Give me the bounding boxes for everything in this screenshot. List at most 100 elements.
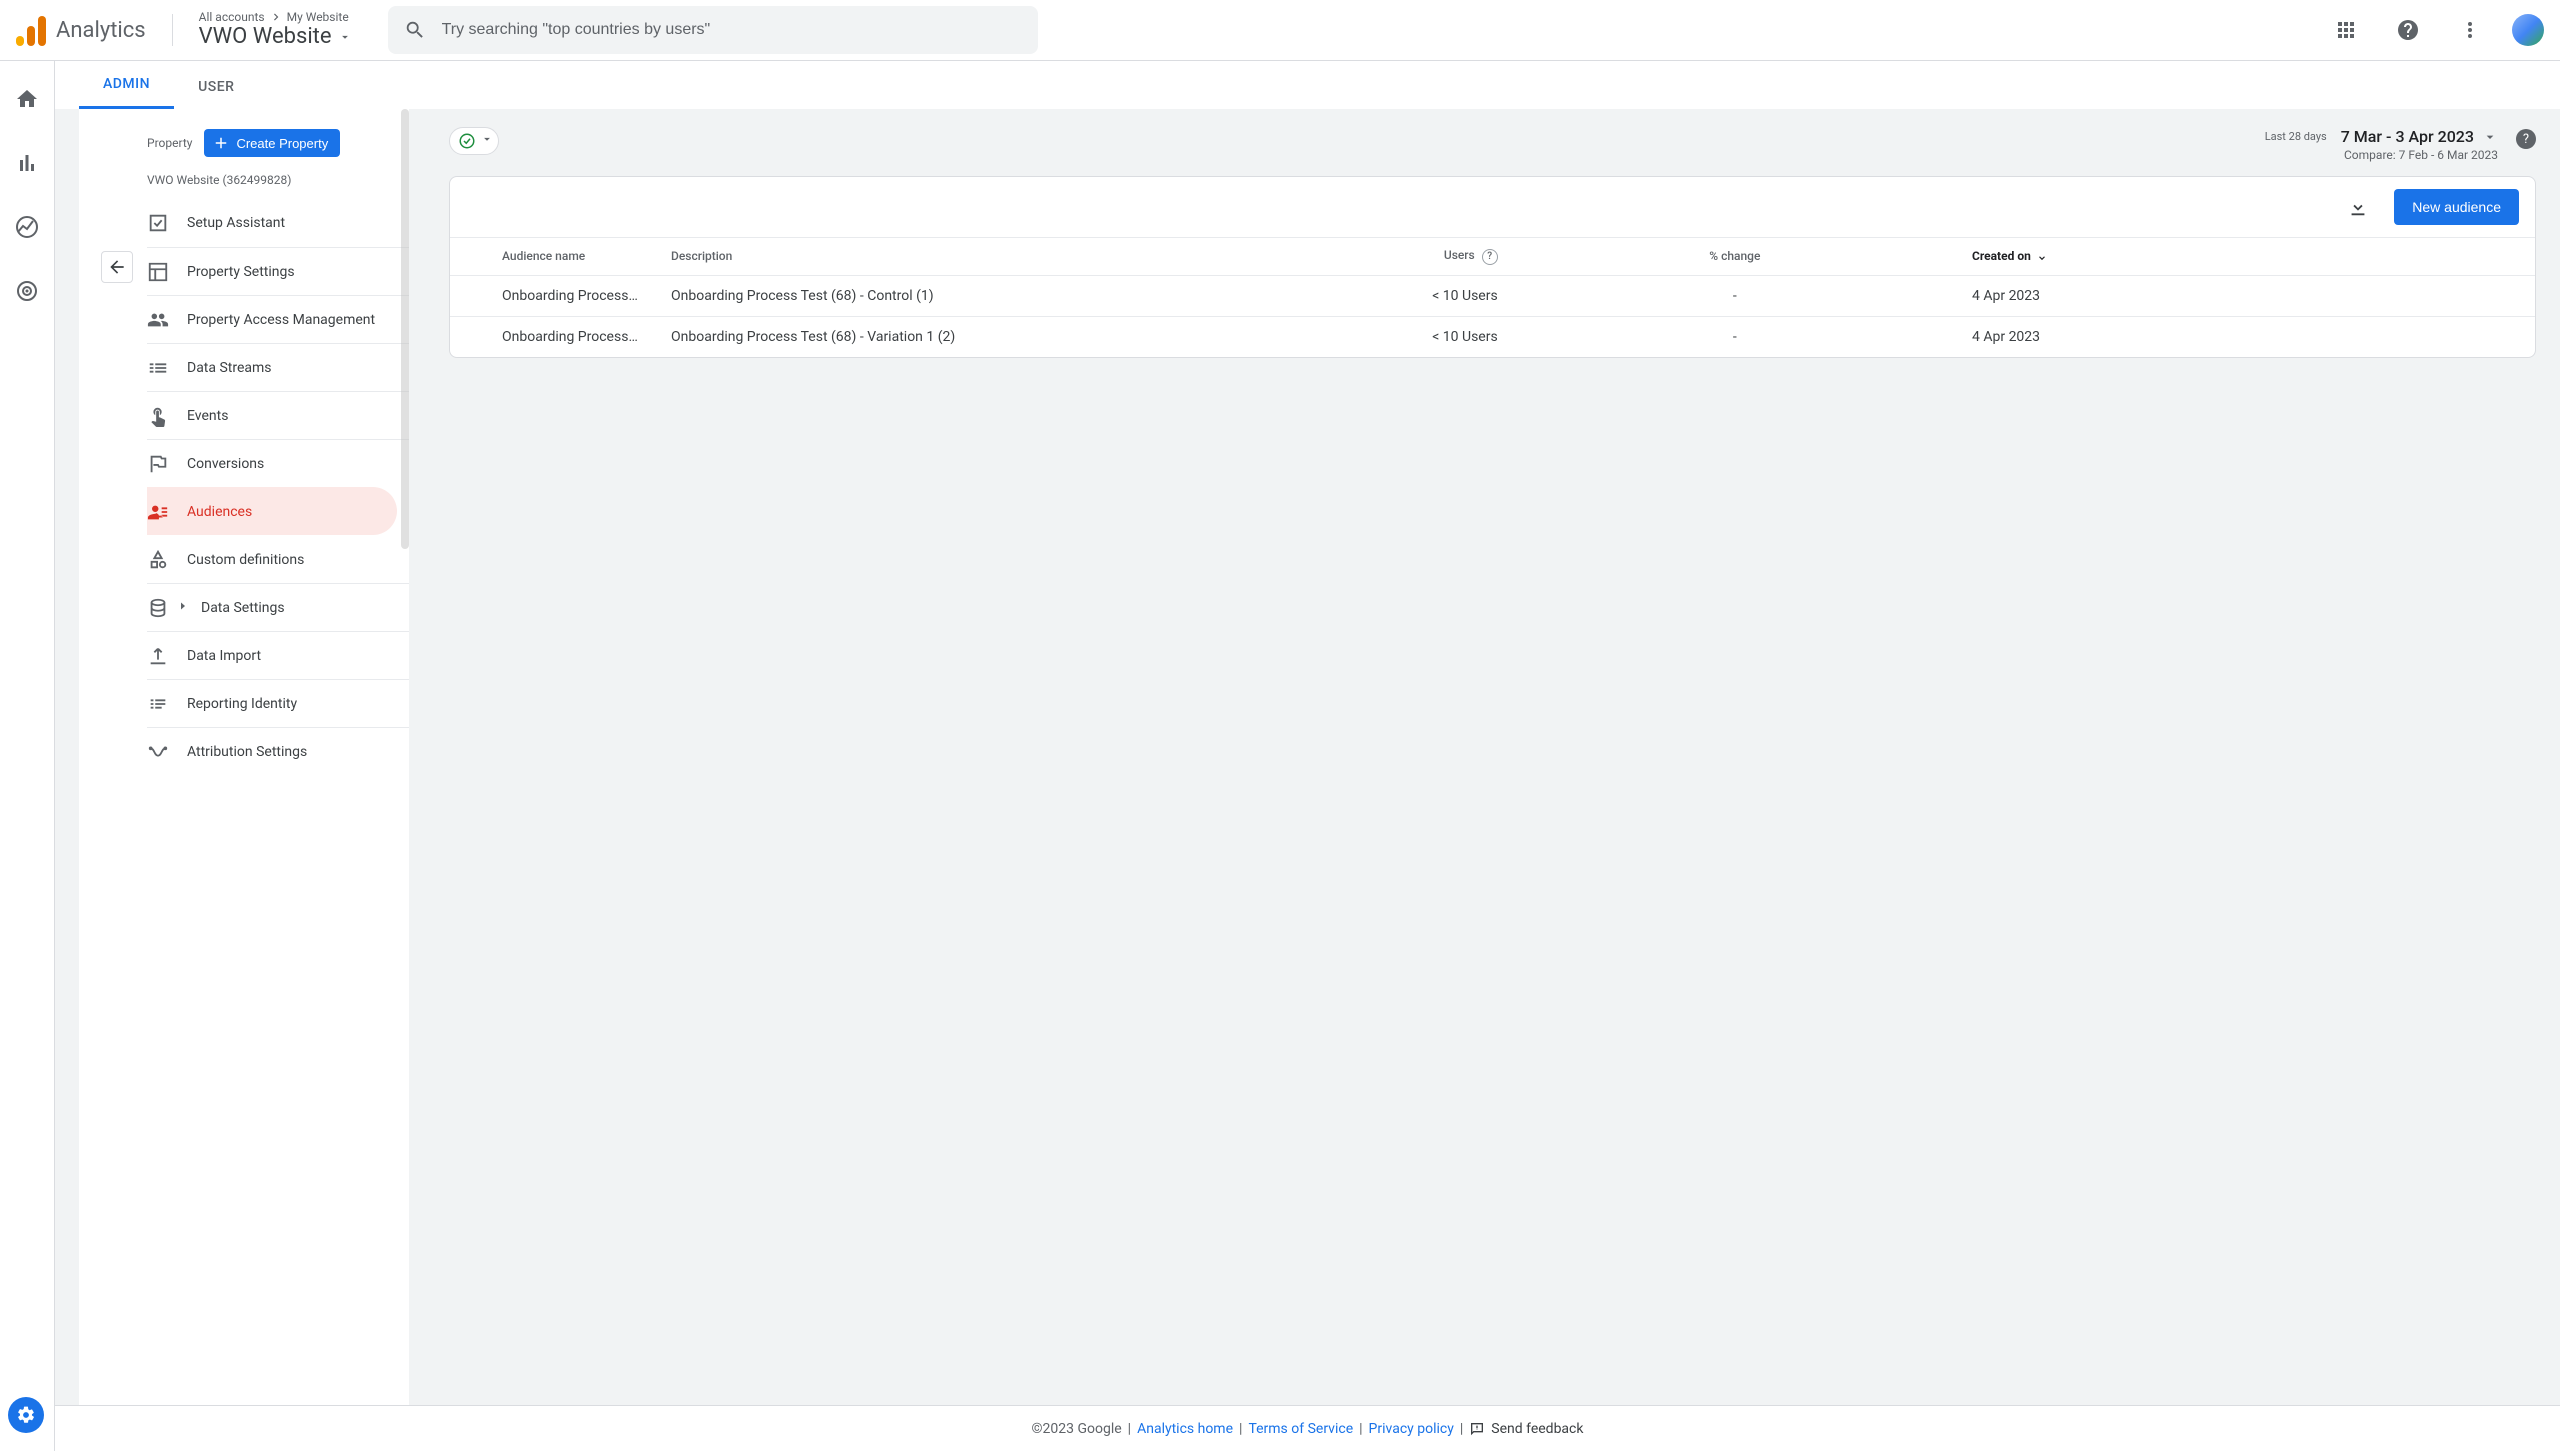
app-header: Analytics All accounts My Website VWO We…	[0, 0, 2560, 61]
analytics-logo-icon	[16, 14, 46, 46]
status-dropdown[interactable]	[449, 127, 499, 155]
panel-help-button[interactable]: ?	[2516, 129, 2536, 149]
rail-home[interactable]	[7, 79, 47, 119]
create-property-button[interactable]: Create Property	[204, 129, 340, 157]
cell-change: -	[1514, 316, 1956, 357]
cell-desc: Onboarding Process Test (68) - Control (…	[655, 275, 995, 316]
col-change[interactable]: % change	[1514, 238, 1956, 276]
send-feedback-button[interactable]: Send feedback	[1469, 1421, 1583, 1437]
sidebar-item-data-settings[interactable]: Data Settings	[147, 583, 409, 631]
attribution-icon	[147, 741, 169, 763]
touch-icon	[147, 405, 169, 427]
search-icon	[404, 19, 426, 41]
sidebar-item-audiences[interactable]: Audiences	[147, 487, 397, 535]
search-input[interactable]	[442, 21, 1022, 39]
apps-button[interactable]	[2326, 10, 2366, 50]
property-section-label: Property	[147, 136, 192, 150]
upload-icon	[147, 645, 169, 667]
create-property-label: Create Property	[236, 136, 328, 151]
property-id-label: VWO Website (362499828)	[147, 165, 409, 199]
col-description[interactable]: Description	[655, 238, 995, 276]
tab-admin[interactable]: ADMIN	[79, 62, 174, 109]
sidebar-item-label: Property Access Management	[187, 312, 375, 328]
breadcrumb: All accounts My Website	[199, 10, 352, 24]
scrollbar[interactable]	[401, 109, 409, 549]
footer-tos-link[interactable]: Terms of Service	[1248, 1421, 1353, 1437]
gear-icon	[16, 1405, 36, 1425]
more-button[interactable]	[2450, 10, 2490, 50]
cell-users: < 10 Users	[995, 316, 1514, 357]
col-users-hint-icon[interactable]: ?	[1482, 249, 1498, 265]
table-row[interactable]: Onboarding Process Test (68) - … Onboard…	[450, 275, 2535, 316]
sidebar-item-label: Conversions	[187, 456, 264, 472]
apps-grid-icon	[2334, 18, 2358, 42]
breadcrumb-property: My Website	[287, 10, 349, 24]
download-button[interactable]	[2340, 189, 2376, 225]
search-field[interactable]	[388, 6, 1038, 54]
rail-explore[interactable]	[7, 207, 47, 247]
sidebar-item-property-settings[interactable]: Property Settings	[147, 247, 409, 295]
sidebar-item-data-streams[interactable]: Data Streams	[147, 343, 409, 391]
sidebar-item-conversions[interactable]: Conversions	[147, 439, 409, 487]
admin-sidebar: Property Create Property VWO Website (36…	[79, 109, 409, 1405]
footer-privacy-link[interactable]: Privacy policy	[1369, 1421, 1454, 1437]
sidebar-item-label: Data Import	[187, 648, 261, 664]
people-icon	[147, 309, 169, 331]
sidebar-item-attribution-settings[interactable]: Attribution Settings	[147, 727, 409, 775]
property-name: VWO Website	[199, 24, 332, 50]
table-row[interactable]: Onboarding Process Test (68) - … Onboard…	[450, 316, 2535, 357]
cell-created: 4 Apr 2023	[1956, 275, 2535, 316]
sidebar-item-data-import[interactable]: Data Import	[147, 631, 409, 679]
new-audience-button[interactable]: New audience	[2394, 189, 2519, 225]
sidebar-item-label: Reporting Identity	[187, 696, 297, 712]
cell-users: < 10 Users	[995, 275, 1514, 316]
logo-block[interactable]: Analytics	[8, 14, 146, 46]
rail-reports[interactable]	[7, 143, 47, 183]
sidebar-item-events[interactable]: Events	[147, 391, 409, 439]
bar-chart-icon	[15, 151, 39, 175]
col-users[interactable]: Users ?	[995, 238, 1514, 276]
chevron-right-icon	[269, 10, 283, 24]
sidebar-item-label: Data Settings	[201, 600, 285, 616]
tab-user[interactable]: USER	[174, 65, 258, 109]
footer: ©2023 Google | Analytics home | Terms of…	[55, 1405, 2560, 1451]
cell-desc: Onboarding Process Test (68) - Variation…	[655, 316, 995, 357]
user-avatar[interactable]	[2512, 14, 2544, 46]
content-main: Last 28 days 7 Mar - 3 Apr 2023 Compare:…	[409, 109, 2560, 1405]
footer-home-link[interactable]: Analytics home	[1137, 1421, 1233, 1437]
col-created-label: Created on	[1972, 249, 2031, 263]
more-vert-icon	[2458, 18, 2482, 42]
col-created[interactable]: Created on	[1956, 238, 2535, 276]
rail-advertising[interactable]	[7, 271, 47, 311]
feedback-icon	[1469, 1421, 1485, 1437]
col-audience-name[interactable]: Audience name	[450, 238, 655, 276]
cell-name: Onboarding Process Test (68) - …	[450, 316, 655, 357]
arrow-down-icon	[2035, 249, 2049, 263]
account-picker[interactable]: All accounts My Website VWO Website	[199, 10, 352, 51]
sidebar-item-setup-assistant[interactable]: Setup Assistant	[147, 199, 409, 247]
sidebar-item-access-management[interactable]: Property Access Management	[147, 295, 409, 343]
sidebar-item-label: Attribution Settings	[187, 744, 307, 760]
cell-name: Onboarding Process Test (68) - …	[450, 275, 655, 316]
logo-text: Analytics	[56, 18, 146, 43]
caret-down-icon	[2482, 129, 2498, 145]
back-button[interactable]	[101, 251, 133, 283]
database-icon	[147, 597, 169, 619]
sidebar-item-label: Setup Assistant	[187, 215, 285, 231]
footer-copyright: ©2023 Google	[1032, 1421, 1122, 1437]
help-icon	[2396, 18, 2420, 42]
target-icon	[15, 279, 39, 303]
date-range-label: 7 Mar - 3 Apr 2023	[2341, 127, 2474, 146]
help-button[interactable]	[2388, 10, 2428, 50]
caret-down-icon	[338, 30, 352, 44]
sidebar-item-custom-definitions[interactable]: Custom definitions	[147, 535, 409, 583]
audience-icon	[147, 501, 169, 523]
home-icon	[15, 87, 39, 111]
sidebar-item-reporting-identity[interactable]: Reporting Identity	[147, 679, 409, 727]
date-range-picker[interactable]: Last 28 days 7 Mar - 3 Apr 2023 Compare:…	[2259, 127, 2498, 162]
divider	[172, 14, 173, 46]
arrow-back-icon	[107, 257, 127, 277]
floating-settings-button[interactable]	[8, 1397, 44, 1433]
check-square-icon	[147, 212, 169, 234]
flag-icon	[147, 453, 169, 475]
